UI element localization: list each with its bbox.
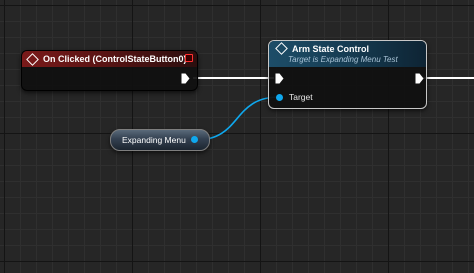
function-node-arm-state-control[interactable]: Arm State Control Target is Expanding Me… xyxy=(268,40,427,109)
event-node-title: On Clicked (ControlStateButton0) xyxy=(43,54,187,64)
target-input-pin[interactable] xyxy=(276,94,283,101)
exec-output-pin[interactable] xyxy=(181,73,190,84)
blueprint-graph-canvas[interactable]: On Clicked (ControlStateButton0) Arm Sta… xyxy=(0,0,474,273)
variable-node-label: Expanding Menu xyxy=(122,135,186,145)
target-pin-label: Target xyxy=(289,92,313,102)
event-node-header[interactable]: On Clicked (ControlStateButton0) xyxy=(22,51,197,67)
exec-output-pin[interactable] xyxy=(415,73,424,84)
function-node-header[interactable]: Arm State Control Target is Expanding Me… xyxy=(269,41,426,67)
function-diamond-icon xyxy=(275,42,288,55)
variable-node-expanding-menu[interactable]: Expanding Menu xyxy=(110,129,210,151)
variable-output-pin[interactable] xyxy=(191,136,198,143)
event-node-on-clicked[interactable]: On Clicked (ControlStateButton0) xyxy=(21,50,198,91)
delegate-square-icon[interactable] xyxy=(185,54,193,62)
exec-input-pin[interactable] xyxy=(275,73,284,84)
function-node-title: Arm State Control xyxy=(292,43,370,54)
function-node-subtitle: Target is Expanding Menu Test xyxy=(288,55,398,64)
function-diamond-icon xyxy=(26,52,39,66)
